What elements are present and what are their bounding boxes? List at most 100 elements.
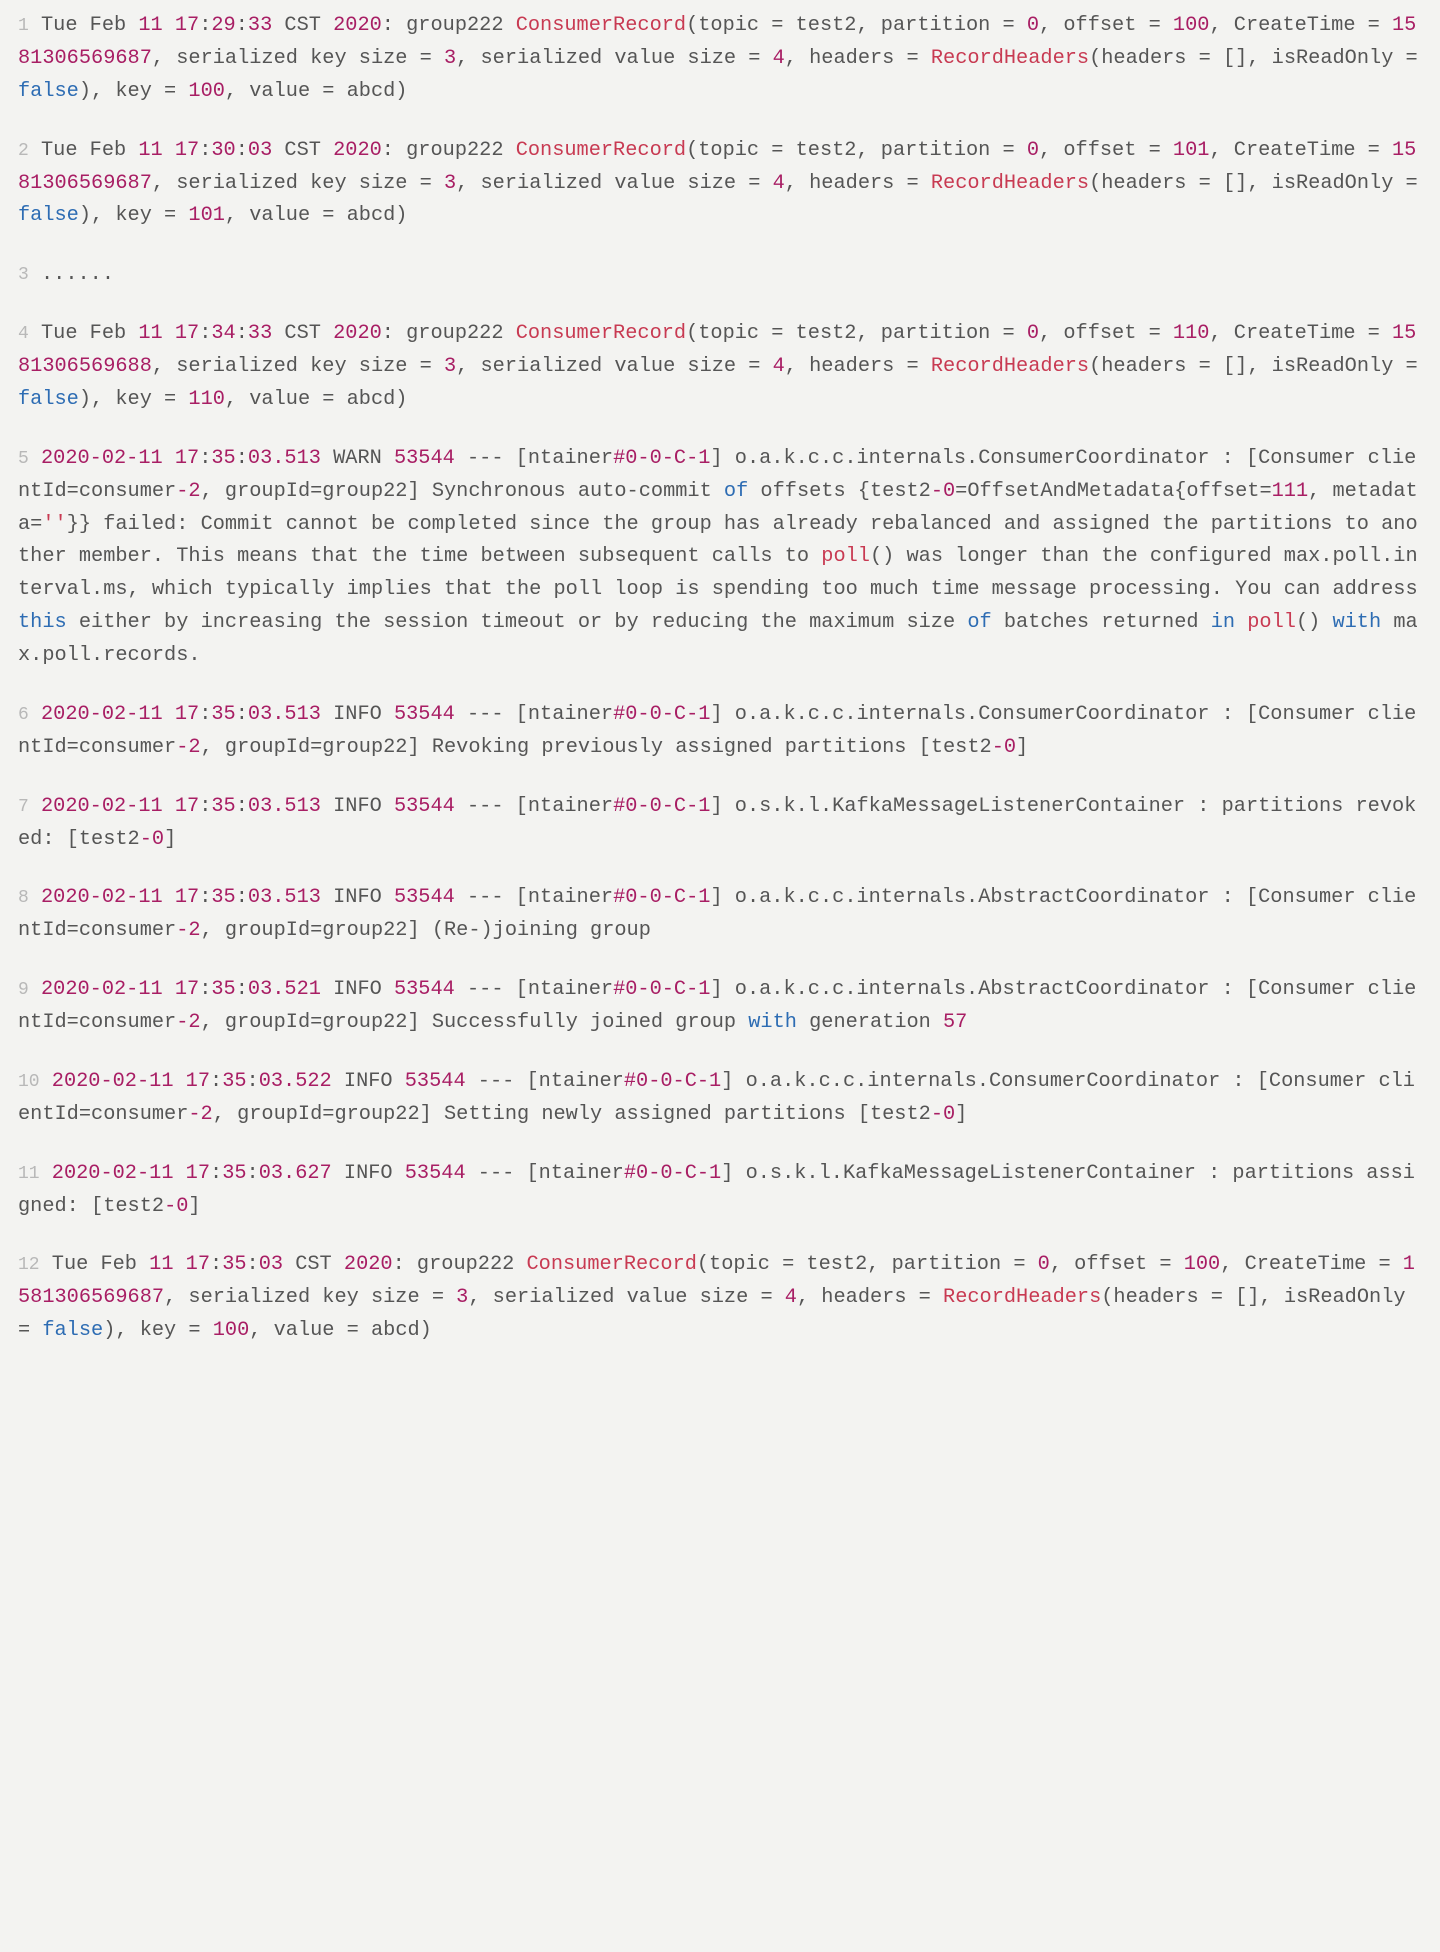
log-token: of — [967, 611, 991, 634]
log-token: ), key = — [79, 388, 189, 411]
log-token: 35 — [222, 1253, 246, 1276]
log-token: , serialized value size = — [456, 355, 772, 378]
log-line: 12 Tue Feb 11 17:35:03 CST 2020: group22… — [18, 1249, 1422, 1348]
log-token: , value = abcd) — [249, 1319, 432, 1342]
log-token: 4 — [773, 355, 785, 378]
log-token: , headers = — [785, 47, 931, 70]
line-number: 8 — [18, 888, 29, 908]
log-token: 11 — [138, 14, 162, 37]
log-token: 53544 — [394, 978, 455, 1001]
log-token — [29, 447, 41, 470]
log-token: 11 — [138, 322, 162, 345]
log-token: 0 — [1027, 322, 1039, 345]
log-token: 17 — [175, 14, 199, 37]
log-token: -0 — [992, 736, 1016, 759]
log-token: RecordHeaders — [931, 47, 1089, 70]
log-token — [163, 139, 175, 162]
log-token: , value = abcd) — [225, 80, 408, 103]
log-token: ] — [955, 1103, 967, 1126]
log-token: : — [199, 14, 211, 37]
log-line: 4 Tue Feb 11 17:34:33 CST 2020: group222… — [18, 318, 1422, 417]
log-token: , groupId=group22] Setting newly assigne… — [213, 1103, 931, 1126]
log-token: 03.513 — [248, 795, 321, 818]
log-token: --- [ntainer — [455, 703, 613, 726]
log-token: #0-0-C-1 — [613, 886, 710, 909]
log-token: ), key = — [103, 1319, 213, 1342]
line-number: 7 — [18, 797, 29, 817]
log-token: 2020 — [333, 14, 382, 37]
log-token: , serialized key size = — [164, 1286, 456, 1309]
log-token: 110 — [1173, 322, 1210, 345]
line-number: 6 — [18, 705, 29, 725]
log-token: : — [236, 978, 248, 1001]
log-token: : — [236, 139, 248, 162]
log-token: ] — [164, 828, 176, 851]
log-token: 100 — [188, 80, 225, 103]
log-token: #0-0-C-1 — [624, 1162, 721, 1185]
log-token: , serialized key size = — [152, 355, 444, 378]
log-token: ), key = — [79, 204, 189, 227]
log-token: RecordHeaders — [931, 172, 1089, 195]
log-token: ConsumerRecord — [516, 14, 686, 37]
log-line: 7 2020-02-11 17:35:03.513 INFO 53544 ---… — [18, 791, 1422, 857]
log-token: -2 — [176, 480, 200, 503]
log-token — [1235, 611, 1247, 634]
log-token: #0-0-C-1 — [624, 1070, 721, 1093]
log-token: : — [247, 1253, 259, 1276]
log-token: RecordHeaders — [931, 355, 1089, 378]
log-token: 35 — [211, 978, 235, 1001]
log-token: , groupId=group22] Revoking previously a… — [201, 736, 992, 759]
log-token: 03.521 — [248, 978, 321, 1001]
log-token: : — [199, 886, 211, 909]
log-token: -2 — [176, 919, 200, 942]
log-token: 53544 — [394, 795, 455, 818]
log-token: 03.513 — [248, 447, 321, 470]
log-token: 2020 — [344, 1253, 393, 1276]
log-token: 2020-02-11 17 — [41, 978, 199, 1001]
line-number: 9 — [18, 980, 29, 1000]
log-token: INFO — [321, 795, 394, 818]
log-token: 4 — [773, 47, 785, 70]
log-token: -0 — [931, 1103, 955, 1126]
log-token: Tue Feb — [29, 139, 139, 162]
log-token: (headers = [], isReadOnly = — [1089, 47, 1418, 70]
log-token: 0 — [1038, 1253, 1050, 1276]
log-token: 53544 — [394, 886, 455, 909]
log-token: , CreateTime = — [1209, 14, 1392, 37]
log-token: : group222 — [382, 14, 516, 37]
log-token: of — [724, 480, 748, 503]
log-token: 101 — [188, 204, 225, 227]
log-token: , offset = — [1039, 322, 1173, 345]
log-token: (topic = test2, partition = — [686, 322, 1027, 345]
log-token: , CreateTime = — [1209, 139, 1392, 162]
log-token: ConsumerRecord — [516, 322, 686, 345]
log-token: 3 — [444, 172, 456, 195]
log-token: , value = abcd) — [225, 388, 408, 411]
log-token — [163, 322, 175, 345]
log-token: 53544 — [405, 1162, 466, 1185]
log-token: CST — [283, 1253, 344, 1276]
log-token: -0 — [931, 480, 955, 503]
log-token: batches returned — [992, 611, 1211, 634]
log-token: , groupId=group22] (Re-)joining group — [201, 919, 651, 942]
log-token: -2 — [188, 1103, 212, 1126]
log-token: INFO — [321, 978, 394, 1001]
log-token: ] — [188, 1195, 200, 1218]
line-number: 3 — [18, 265, 29, 285]
log-token — [163, 14, 175, 37]
log-token: 2020 — [333, 322, 382, 345]
log-token: 2020-02-11 17 — [41, 795, 199, 818]
log-token: : — [210, 1070, 222, 1093]
log-token: , groupId=group22] Synchronous auto-comm… — [201, 480, 724, 503]
log-token: ConsumerRecord — [516, 139, 686, 162]
log-token: : — [210, 1253, 222, 1276]
log-token: 53544 — [394, 447, 455, 470]
log-token: 34 — [211, 322, 235, 345]
log-token: 2020-02-11 17 — [41, 703, 199, 726]
log-token: 03 — [259, 1253, 283, 1276]
log-token: : — [236, 886, 248, 909]
log-token: 4 — [785, 1286, 797, 1309]
log-token: : — [199, 795, 211, 818]
log-token: INFO — [321, 703, 394, 726]
log-token: =OffsetAndMetadata{offset= — [955, 480, 1271, 503]
